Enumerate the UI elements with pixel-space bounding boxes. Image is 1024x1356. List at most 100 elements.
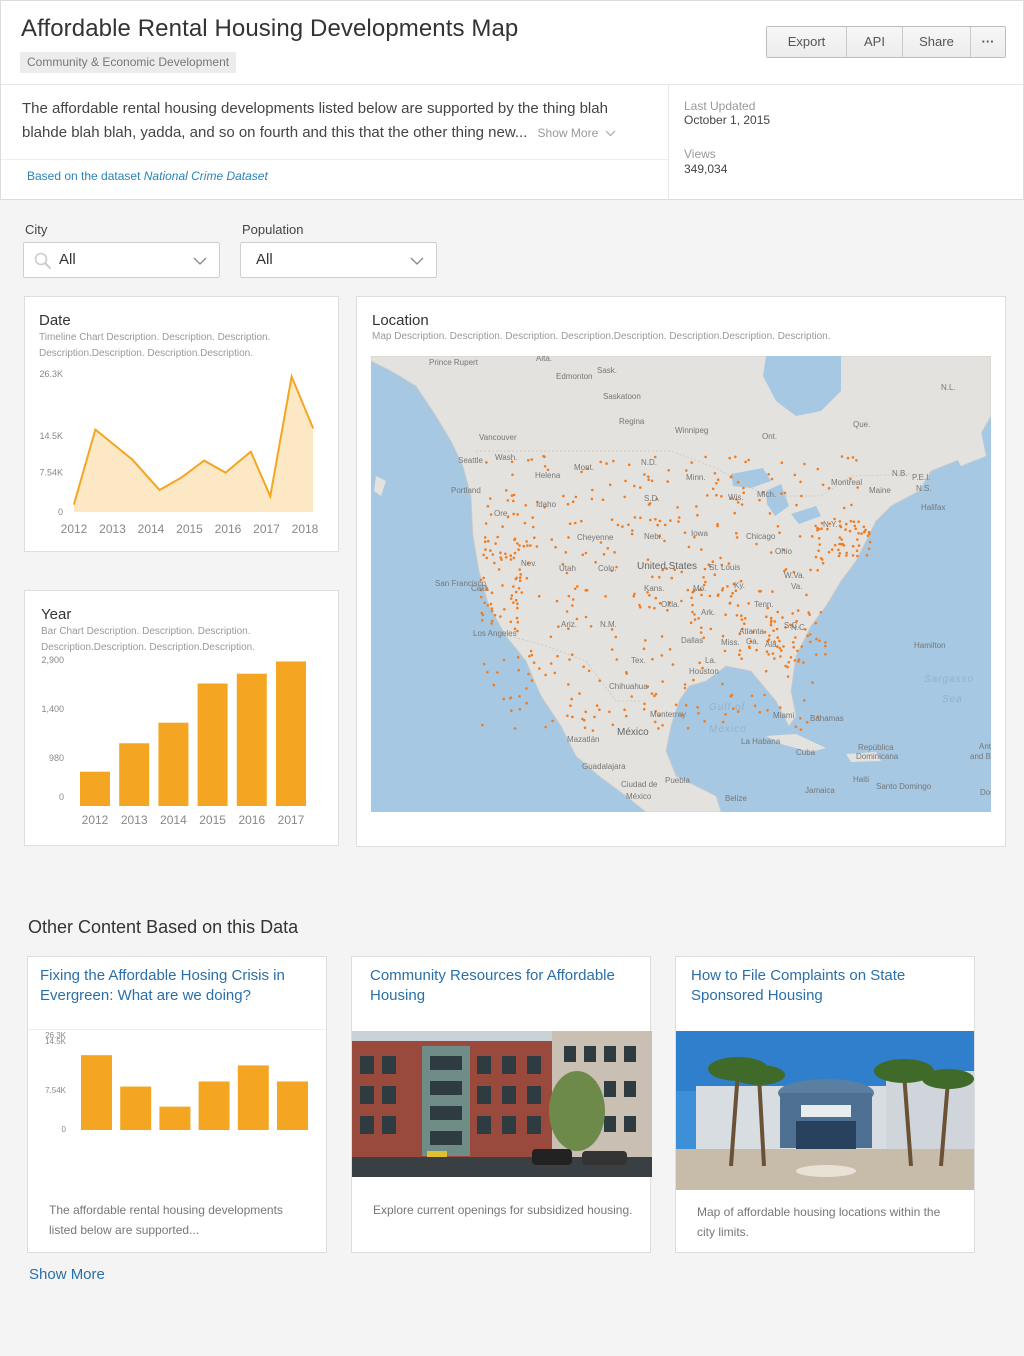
map-marker — [571, 604, 574, 607]
map-marker — [666, 608, 669, 612]
map-marker — [514, 598, 518, 602]
map-marker — [516, 620, 520, 624]
location-map[interactable]: Prince Rupert Alta. Edmonton Sask. Saskatoon… — [371, 356, 991, 812]
y-tick-label: 2,900 — [41, 655, 64, 665]
year-bar-chart[interactable]: 0 980 1,400 2,900 2012 2013 2014 2015 2016 2017 — [25, 591, 340, 847]
map-marker — [690, 461, 693, 464]
map-place-label: Idaho — [536, 500, 557, 509]
area-fill — [74, 376, 313, 512]
map-marker — [821, 561, 825, 565]
map-place-label: Dominicana — [856, 752, 899, 761]
map-marker — [510, 709, 513, 712]
map-marker — [551, 719, 554, 723]
map-marker — [483, 540, 487, 543]
map-marker — [691, 610, 694, 614]
map-marker — [571, 715, 574, 719]
related-card[interactable]: Community Resources for Affordable Housi… — [351, 956, 652, 1253]
map-marker — [677, 520, 680, 523]
show-more-description[interactable]: Show More — [538, 126, 616, 140]
map-place-label: Haiti — [853, 775, 870, 784]
related-card-body: Explore current openings for subsidized … — [373, 1203, 633, 1217]
map-place-label: Va. — [791, 582, 803, 591]
map-place-label: Ore. — [494, 509, 510, 518]
map-marker — [633, 592, 636, 596]
map-marker — [531, 516, 534, 519]
category-tag[interactable]: Community & Economic Development — [20, 52, 237, 73]
map-place-label: Nebr. — [644, 532, 664, 541]
map-marker — [569, 704, 572, 707]
map-marker — [837, 554, 841, 558]
map-marker — [568, 522, 572, 525]
more-options-button[interactable]: ··· — [971, 27, 1005, 57]
map-place-label: Portland — [451, 486, 481, 495]
map-marker — [489, 497, 492, 500]
map-marker — [627, 523, 630, 526]
related-card[interactable]: Fixing the Affordable Hosing Crisis in E… — [27, 956, 327, 1253]
map-marker — [504, 552, 507, 556]
related-card-title[interactable]: How to File Complaints on State Sponsore… — [691, 966, 971, 1006]
map-marker — [516, 602, 519, 606]
map-marker — [556, 654, 559, 658]
map-marker — [638, 603, 641, 607]
map-marker — [773, 657, 776, 660]
map-place-label: Sea — [942, 694, 963, 705]
map-marker — [543, 455, 546, 459]
map-marker — [512, 585, 515, 588]
map-marker — [502, 658, 506, 662]
map-marker — [780, 461, 784, 464]
map-marker — [549, 635, 553, 639]
data-point — [269, 495, 272, 498]
map-marker — [805, 721, 809, 724]
map-marker — [771, 652, 775, 655]
map-marker — [740, 503, 744, 506]
show-more-link[interactable]: Show More — [29, 1266, 105, 1283]
map-place-label: N.Y. — [823, 520, 838, 529]
map-place-label: Miami — [773, 711, 795, 720]
map-marker — [852, 520, 856, 523]
export-button[interactable]: Export — [767, 27, 847, 57]
map-marker — [608, 483, 612, 487]
map-marker — [759, 590, 763, 593]
map-marker — [686, 726, 690, 730]
map-marker — [738, 653, 741, 656]
share-button[interactable]: Share — [903, 27, 971, 57]
map-marker — [501, 584, 504, 587]
map-marker — [782, 645, 785, 648]
action-button-group: Export API Share ··· — [766, 26, 1006, 58]
map-place-label: P.E.I. — [912, 473, 931, 482]
x-tick-label: 2012 — [82, 813, 109, 827]
map-marker — [612, 459, 615, 463]
related-card[interactable]: How to File Complaints on State Sponsore… — [675, 956, 975, 1253]
map-marker — [510, 494, 514, 497]
map-marker — [670, 576, 674, 580]
city-filter-select[interactable]: All — [23, 242, 220, 278]
population-filter-select[interactable]: All — [240, 242, 437, 278]
related-card-title[interactable]: Fixing the Affordable Hosing Crisis in E… — [40, 966, 320, 1006]
map-marker — [862, 525, 866, 529]
chevron-down-icon — [193, 257, 207, 265]
bar — [277, 1081, 308, 1130]
map-marker — [794, 636, 797, 639]
map-marker — [516, 542, 519, 545]
dataset-link[interactable]: National Crime Dataset — [144, 169, 268, 183]
map-marker — [693, 613, 696, 616]
map-place-label: Dallas — [681, 636, 704, 645]
date-timeline-chart[interactable]: 0 7.54K 14.5K 26.3K 2012 2013 2014 2015 2016 2017… — [25, 297, 340, 553]
map-marker — [524, 504, 527, 507]
last-updated-label: Last Updated — [684, 99, 756, 113]
map-marker — [516, 513, 519, 516]
map-marker — [716, 524, 719, 528]
map-marker — [742, 486, 745, 490]
map-marker — [490, 622, 493, 625]
dataset-prefix: Based on the dataset — [27, 169, 141, 183]
map-marker — [809, 640, 812, 644]
api-button[interactable]: API — [847, 27, 903, 57]
map-marker — [519, 573, 522, 576]
city-filter-label: City — [25, 222, 48, 237]
location-description: Map Description. Description. Descriptio… — [372, 331, 831, 342]
views-value: 349,034 — [684, 162, 728, 176]
map-place-label: Calif. — [471, 584, 490, 593]
map-marker — [584, 615, 588, 619]
related-card-title[interactable]: Community Resources for Affordable Housi… — [370, 966, 650, 1006]
map-marker — [776, 525, 780, 528]
